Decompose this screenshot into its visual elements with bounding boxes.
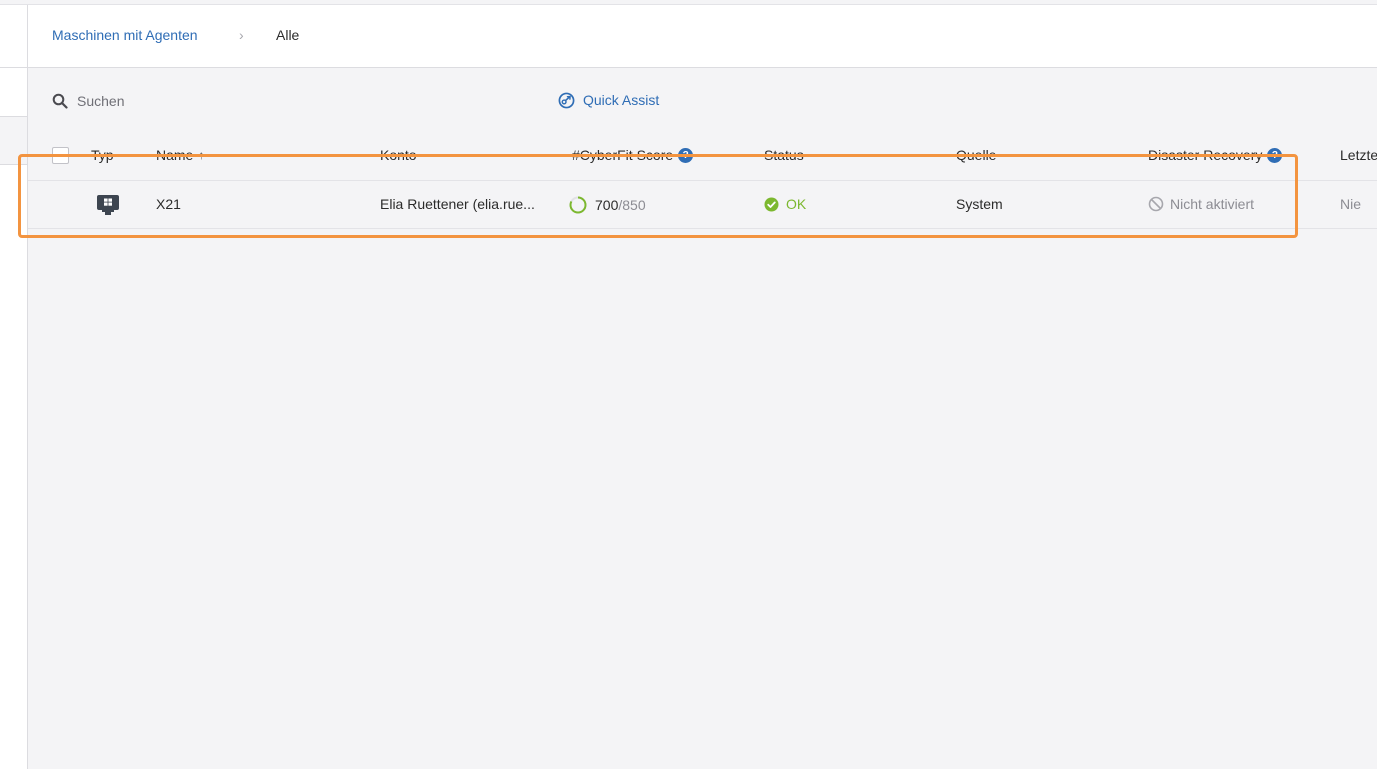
score-ring-icon <box>569 196 587 214</box>
column-header-quelle[interactable]: Quelle <box>956 147 996 163</box>
column-header-letzte[interactable]: Letzte <box>1340 147 1377 163</box>
disaster-recovery-text: Nicht aktiviert <box>1170 196 1255 212</box>
column-header-typ[interactable]: Typ <box>91 147 114 163</box>
column-label: Quelle <box>956 147 997 163</box>
status-ok-icon <box>764 197 779 211</box>
left-panel <box>0 5 28 769</box>
column-label: Typ <box>91 147 114 163</box>
column-label: Status <box>764 147 804 163</box>
quick-assist-icon <box>558 92 575 108</box>
sort-ascending-icon: ↑ <box>198 148 205 162</box>
quick-assist-button[interactable]: Quick Assist <box>558 89 659 111</box>
column-header-disaster-recovery[interactable]: Disaster Recovery ? <box>1148 147 1283 163</box>
info-icon[interactable]: ? <box>1267 147 1283 163</box>
search-input[interactable]: Suchen <box>52 90 124 112</box>
left-panel-divider <box>0 67 27 68</box>
page-header: Maschinen mit Agenten › Alle <box>28 5 1377 68</box>
info-icon[interactable]: ? <box>678 147 694 163</box>
search-placeholder: Suchen <box>77 93 125 109</box>
column-header-cyberfit-score[interactable]: #CyberFit Score ? <box>572 147 694 163</box>
column-label: Letzte <box>1340 147 1377 163</box>
select-all-checkbox[interactable] <box>52 147 69 164</box>
breadcrumb-chevron-icon: › <box>239 27 244 43</box>
search-icon <box>52 93 68 109</box>
column-header-name[interactable]: Name ↑ <box>156 147 204 163</box>
status-text: OK <box>786 196 807 212</box>
column-label: Name <box>156 147 194 163</box>
disabled-icon <box>1148 196 1164 212</box>
row-name[interactable]: X21 <box>156 196 181 212</box>
score-value: 700 <box>595 197 619 213</box>
column-header-status[interactable]: Status <box>764 147 804 163</box>
row-konto: Elia Ruettener (elia.rue... <box>380 196 535 212</box>
table-row[interactable]: X21 Elia Ruettener (elia.rue... 700 /850… <box>28 181 1377 229</box>
column-header-konto[interactable]: Konto <box>380 147 417 163</box>
column-label: Konto <box>380 147 417 163</box>
breadcrumb-current: Alle <box>276 27 300 43</box>
row-quelle: System <box>956 196 1003 212</box>
windows-workstation-icon <box>97 195 119 215</box>
left-panel-band <box>0 117 27 165</box>
breadcrumb-parent-link[interactable]: Maschinen mit Agenten <box>52 27 198 43</box>
quick-assist-label: Quick Assist <box>583 92 660 108</box>
row-letzte: Nie <box>1340 196 1362 212</box>
column-label: Disaster Recovery <box>1148 147 1263 163</box>
row-cyberfit-score[interactable]: 700 /850 <box>569 196 646 214</box>
table-header: Typ Name ↑ Konto #CyberFit Score ? Statu… <box>28 140 1377 181</box>
row-status: OK <box>764 196 806 212</box>
score-max: /850 <box>618 197 646 213</box>
column-label: #CyberFit Score <box>572 147 674 163</box>
row-disaster-recovery: Nicht aktiviert <box>1148 196 1254 212</box>
